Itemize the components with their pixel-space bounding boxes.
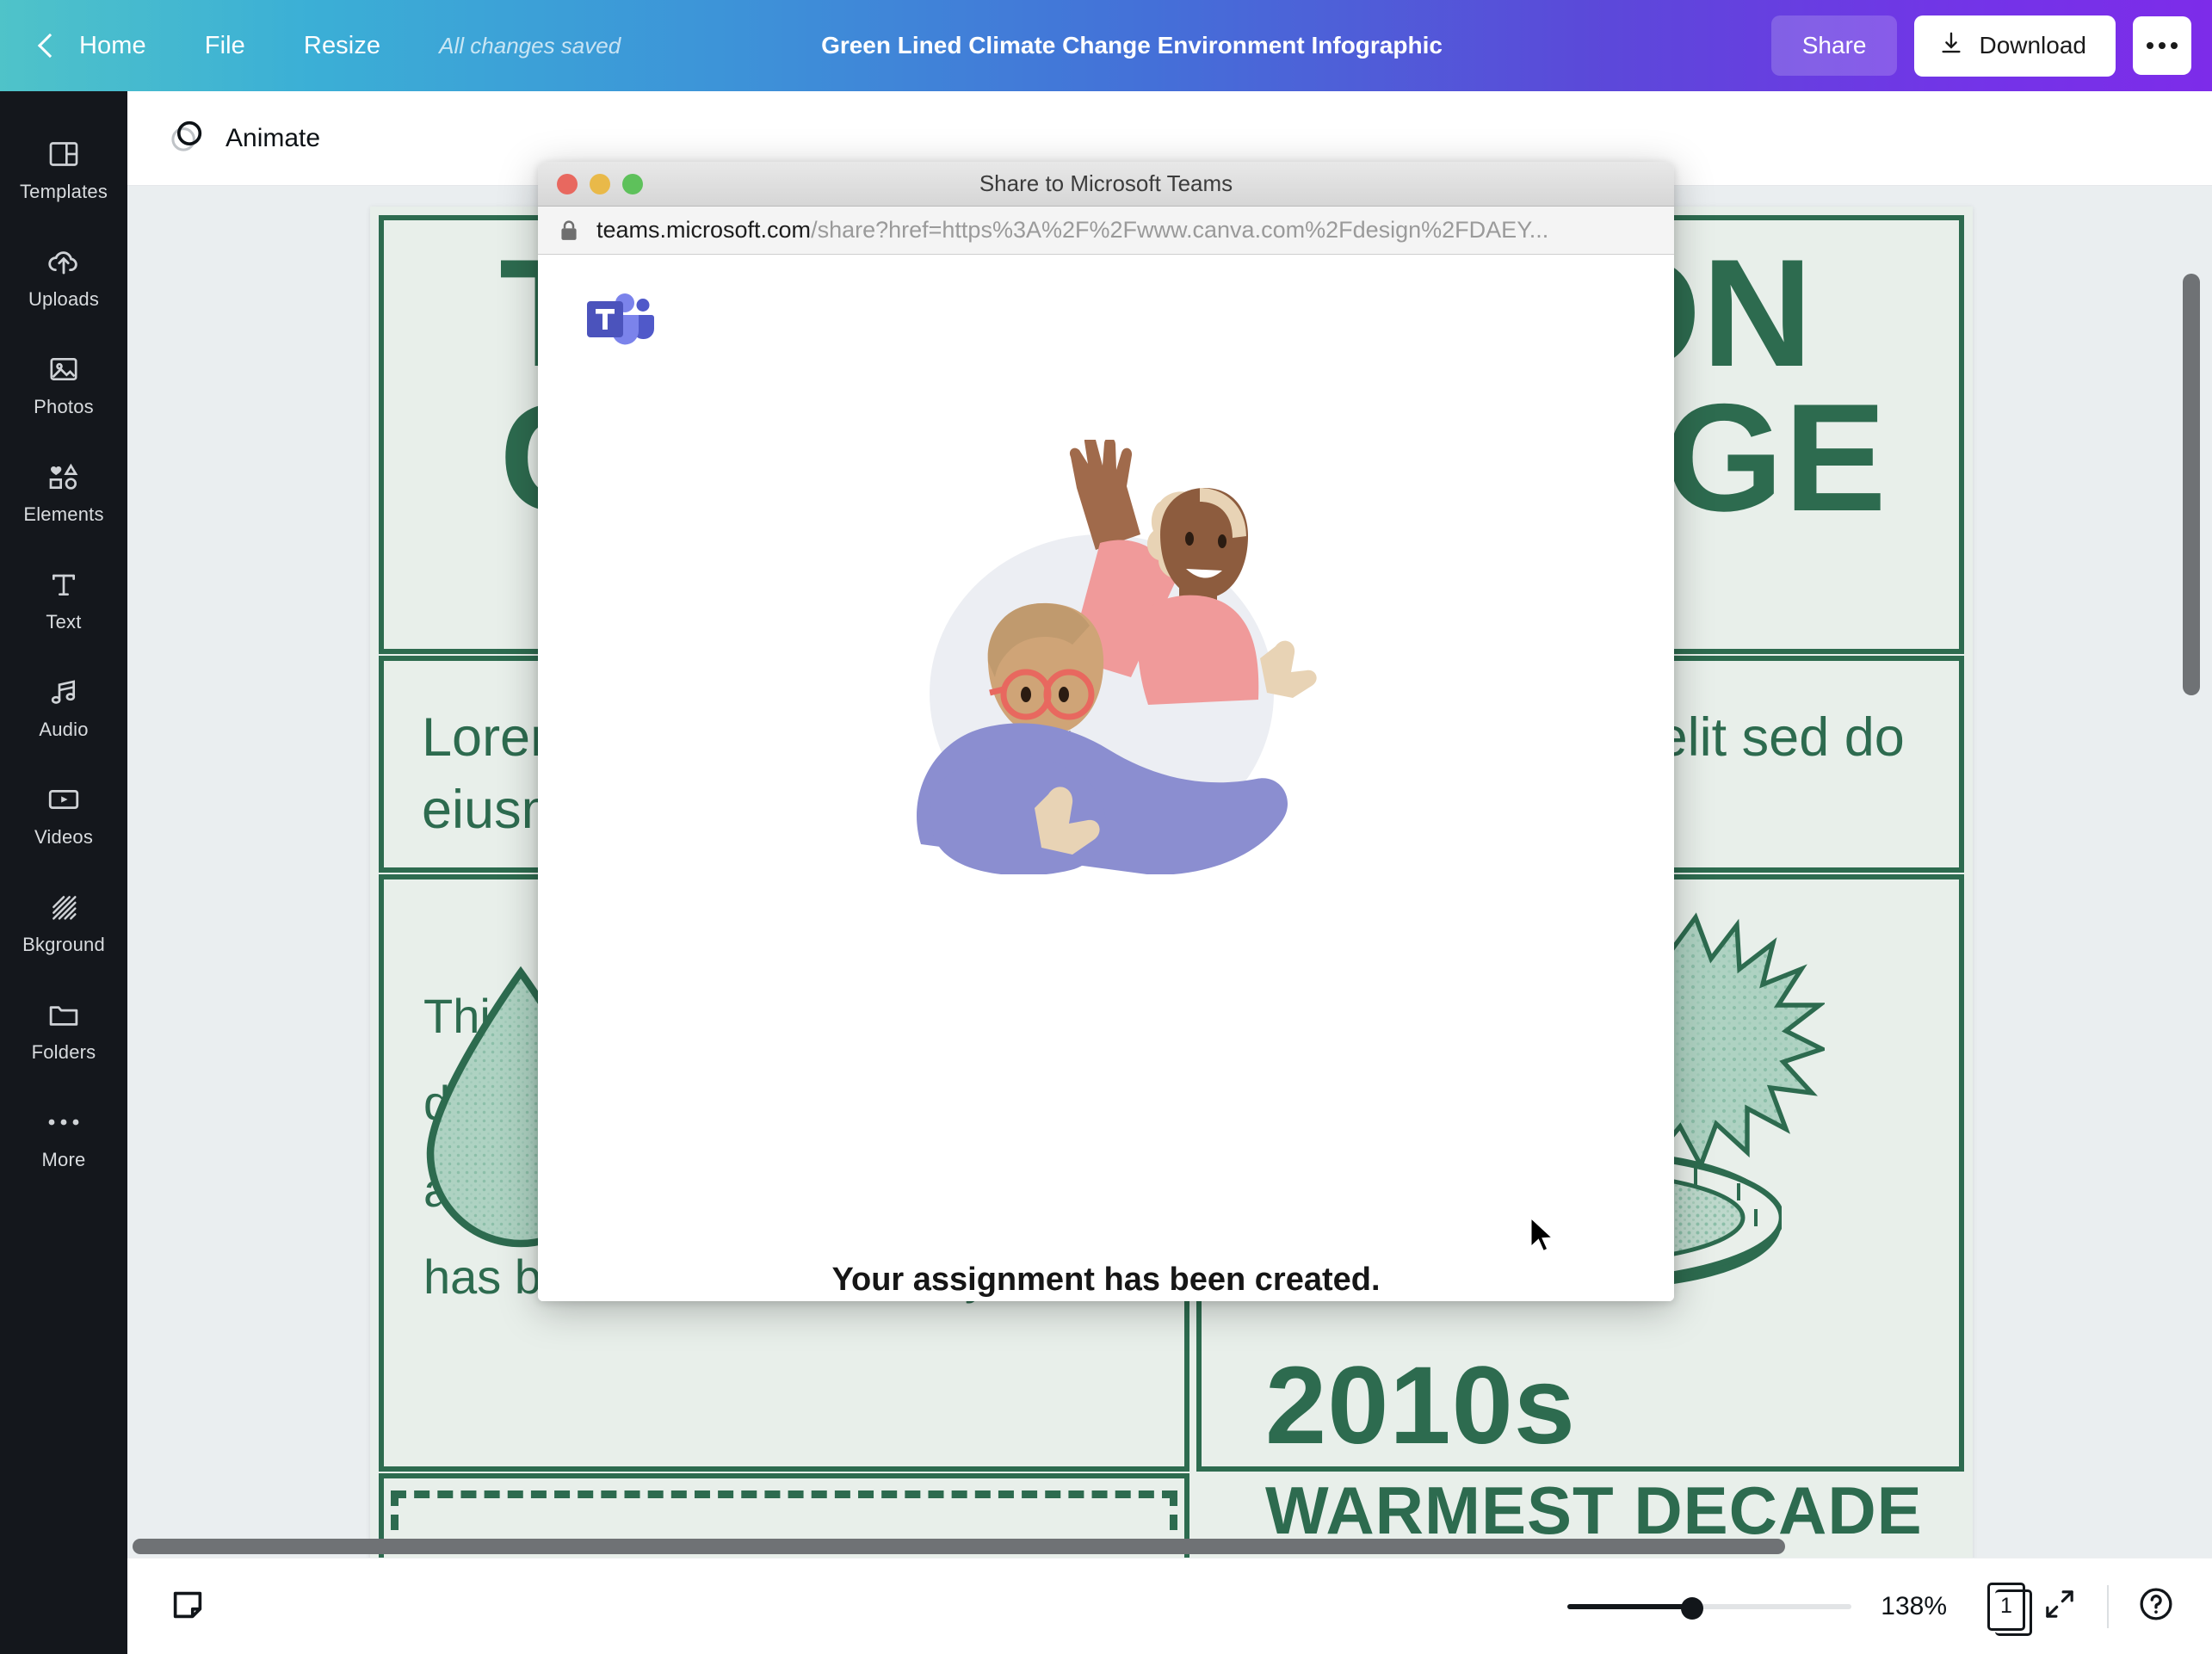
templates-icon bbox=[45, 135, 83, 173]
window-controls bbox=[538, 173, 643, 194]
zoom-slider[interactable] bbox=[1567, 1594, 1852, 1620]
animate-button[interactable]: Animate bbox=[155, 108, 332, 169]
sidebar-item-bkground[interactable]: Bkground bbox=[0, 868, 127, 976]
sidebar-label: Audio bbox=[39, 719, 89, 740]
download-label: Download bbox=[1979, 32, 2086, 59]
music-note-icon bbox=[45, 673, 83, 711]
zoom-slider-handle[interactable] bbox=[1681, 1596, 1704, 1620]
dialog-url-text: teams.microsoft.com/share?href=https%3A%… bbox=[596, 217, 1549, 243]
resize-button[interactable]: Resize bbox=[304, 32, 380, 60]
two-people-celebrating-illustration bbox=[887, 435, 1317, 876]
sidebar-item-audio[interactable]: Audio bbox=[0, 653, 127, 761]
sidebar-label: More bbox=[41, 1149, 86, 1170]
shapes-icon bbox=[45, 458, 83, 496]
top-toolbar-right: Share Download bbox=[1770, 15, 2212, 77]
sidebar-item-templates[interactable]: Templates bbox=[0, 115, 127, 223]
help-icon bbox=[2137, 1585, 2175, 1627]
sidebar-item-text[interactable]: Text bbox=[0, 546, 127, 653]
upload-cloud-icon bbox=[45, 243, 83, 281]
hatch-pattern-icon bbox=[45, 888, 83, 926]
folder-icon bbox=[45, 996, 83, 1034]
file-menu-button[interactable]: File bbox=[205, 32, 245, 60]
sidebar-label: Templates bbox=[19, 181, 108, 202]
text-icon bbox=[45, 565, 83, 603]
microsoft-teams-icon bbox=[585, 291, 658, 358]
dialog-body: Your assignment has been created. bbox=[538, 255, 1674, 1301]
page-count-button[interactable]: 1 bbox=[1980, 1580, 2033, 1636]
photo-icon bbox=[45, 350, 83, 388]
share-button[interactable]: Share bbox=[1770, 15, 1898, 76]
vertical-scrollbar[interactable] bbox=[2183, 274, 2200, 695]
notes-icon bbox=[168, 1584, 207, 1628]
lock-icon bbox=[559, 219, 579, 242]
ellipsis-dot bbox=[2171, 42, 2178, 49]
minimize-window-icon[interactable] bbox=[590, 173, 610, 194]
animate-label: Animate bbox=[226, 123, 321, 152]
zoom-slider-fill bbox=[1567, 1603, 1692, 1609]
sidebar-item-uploads[interactable]: Uploads bbox=[0, 223, 127, 330]
horizontal-scrollbar-track[interactable] bbox=[127, 1537, 2212, 1558]
page-number-badge: 1 bbox=[1987, 1582, 2032, 1636]
share-to-teams-dialog[interactable]: Share to Microsoft Teams teams.microsoft… bbox=[538, 162, 1674, 1301]
help-button[interactable] bbox=[2129, 1580, 2183, 1633]
sidebar-label: Videos bbox=[34, 826, 94, 848]
bottom-statusbar: 138% 1 bbox=[127, 1558, 2212, 1654]
sidebar-label: Text bbox=[46, 611, 82, 633]
left-sidebar: Templates Uploads Photos Elements Text A… bbox=[0, 91, 127, 1654]
top-toolbar: Home File Resize All changes saved Green… bbox=[0, 0, 2212, 91]
ellipsis-dot bbox=[2159, 42, 2166, 49]
sidebar-label: Folders bbox=[31, 1041, 96, 1063]
sidebar-label: Elements bbox=[23, 503, 104, 525]
mouse-cursor bbox=[1528, 1215, 1557, 1259]
sidebar-item-photos[interactable]: Photos bbox=[0, 330, 127, 438]
toolbar-divider bbox=[2107, 1584, 2109, 1628]
sidebar-label: Uploads bbox=[28, 288, 100, 310]
sidebar-label: Bkground bbox=[22, 934, 105, 955]
more-options-button[interactable] bbox=[2133, 16, 2191, 75]
close-window-icon[interactable] bbox=[557, 173, 578, 194]
video-icon bbox=[45, 781, 83, 818]
save-status-label: All changes saved bbox=[439, 32, 621, 59]
notes-button[interactable] bbox=[164, 1583, 212, 1631]
ellipsis-icon bbox=[45, 1103, 83, 1141]
download-button[interactable]: Download bbox=[1914, 15, 2116, 77]
sidebar-item-videos[interactable]: Videos bbox=[0, 761, 127, 868]
sidebar-label: Photos bbox=[34, 396, 94, 417]
ellipsis-dot bbox=[2147, 42, 2153, 49]
horizontal-scrollbar[interactable] bbox=[133, 1539, 1785, 1554]
sidebar-item-folders[interactable]: Folders bbox=[0, 976, 127, 1083]
animate-circles-icon bbox=[167, 116, 207, 160]
maximize-window-icon[interactable] bbox=[622, 173, 643, 194]
dialog-message: Your assignment has been created. bbox=[831, 1262, 1381, 1298]
sidebar-item-more[interactable]: More bbox=[0, 1083, 127, 1191]
dialog-url-bar[interactable]: teams.microsoft.com/share?href=https%3A%… bbox=[538, 207, 1674, 255]
top-toolbar-left: Home File Resize All changes saved bbox=[0, 31, 621, 60]
zoom-level-label: 138% bbox=[1881, 1591, 1947, 1620]
fullscreen-button[interactable] bbox=[2033, 1580, 2086, 1633]
dialog-titlebar[interactable]: Share to Microsoft Teams bbox=[538, 162, 1674, 207]
sidebar-item-elements[interactable]: Elements bbox=[0, 438, 127, 546]
home-button[interactable]: Home bbox=[79, 32, 146, 60]
decade-label[interactable]: 2010s bbox=[1265, 1342, 1576, 1469]
bottom-right-controls: 138% 1 bbox=[1567, 1580, 2212, 1636]
back-chevron-icon[interactable] bbox=[31, 31, 60, 60]
download-icon bbox=[1938, 30, 1964, 62]
dialog-title: Share to Microsoft Teams bbox=[979, 170, 1233, 196]
fullscreen-icon bbox=[2042, 1587, 2077, 1626]
